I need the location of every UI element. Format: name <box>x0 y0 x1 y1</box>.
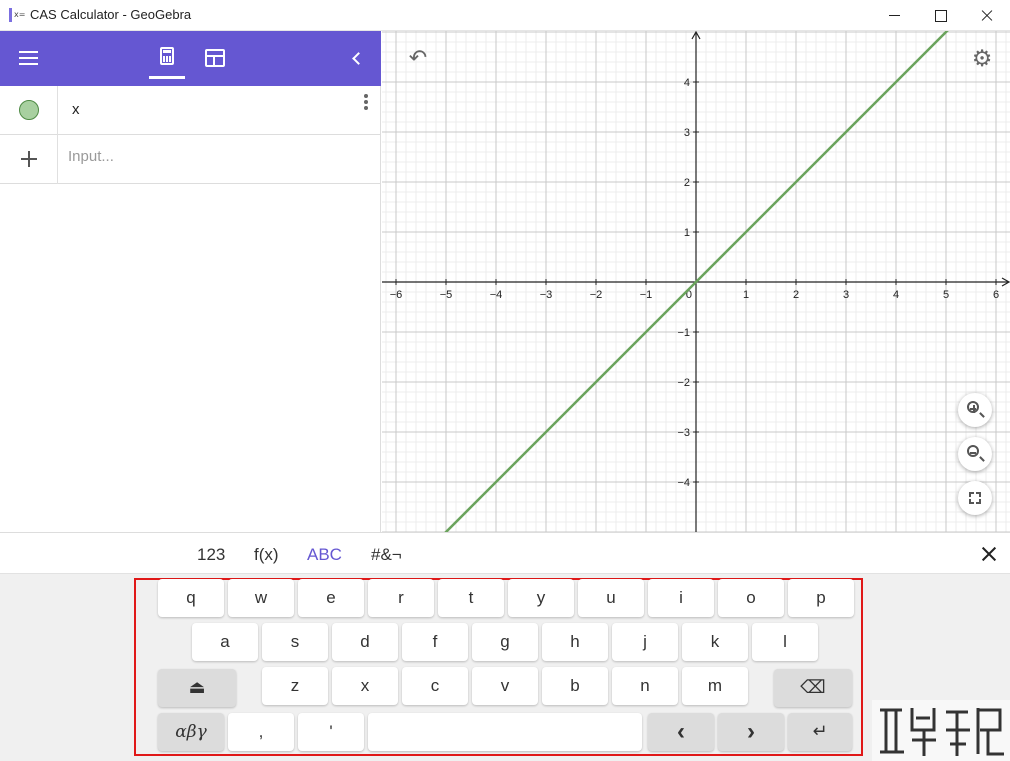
keyboard-tab-123[interactable]: 123 <box>197 545 225 565</box>
shift-icon: ⏏ <box>188 677 206 698</box>
graphics-view[interactable]: −6 −5 −4 −3 −2 −1 0 1 2 3 4 5 6 4 3 2 1 −1 −2 −3 −4 ↶ ⚙ <box>382 31 1010 532</box>
x-tick-label: −2 <box>590 289 603 301</box>
y-tick-label: −2 <box>677 377 690 389</box>
algebra-input-row[interactable]: Input... <box>0 135 381 184</box>
key-r[interactable]: r <box>368 579 434 617</box>
key-t[interactable]: t <box>438 579 504 617</box>
x-tick-label: −3 <box>540 289 553 301</box>
key-l[interactable]: l <box>752 623 818 661</box>
visibility-marble[interactable] <box>19 100 39 120</box>
key-k[interactable]: k <box>682 623 748 661</box>
virtual-keyboard: q w e r t y u i o p a s d f g h j k l ⏏ z x c v b n m ⌫ αβγ, ' ‹ › ↵ <box>0 574 1010 761</box>
menu-icon[interactable] <box>19 51 38 65</box>
key-h[interactable]: h <box>542 623 608 661</box>
close-window-button[interactable] <box>964 0 1010 31</box>
left-arrow-key[interactable]: ‹ <box>648 713 714 751</box>
apostrophe-key[interactable]: ' <box>298 713 364 751</box>
key-u[interactable]: u <box>578 579 644 617</box>
x-tick-label: −1 <box>640 289 653 301</box>
x-tick-label: 3 <box>843 289 849 301</box>
right-arrow-key[interactable]: › <box>718 713 784 751</box>
plus-icon[interactable] <box>21 151 37 167</box>
backspace-icon: ⌫ <box>800 677 826 698</box>
fullscreen-button[interactable] <box>958 481 992 515</box>
close-keyboard-icon[interactable] <box>980 545 998 563</box>
key-s[interactable]: s <box>262 623 328 661</box>
x-tick-label: 5 <box>943 289 949 301</box>
x-tick-label: 2 <box>793 289 799 301</box>
graph-canvas[interactable]: −6 −5 −4 −3 −2 −1 0 1 2 3 4 5 64321−1−2−3−4 <box>382 31 1010 532</box>
comma-key[interactable]: , <box>228 713 294 751</box>
algebra-expression[interactable]: x <box>72 101 80 118</box>
algebra-input[interactable]: Input... <box>68 148 114 165</box>
keyboard-tab-symbols[interactable]: #&¬ <box>371 545 402 565</box>
title-bar: x= CAS Calculator - GeoGebra <box>0 0 1010 31</box>
x-tick-label: 4 <box>893 289 899 301</box>
key-n[interactable]: n <box>612 667 678 705</box>
backspace-key[interactable]: ⌫ <box>774 669 852 707</box>
tab-algebra[interactable] <box>149 41 185 79</box>
y-tick-label: −4 <box>677 477 690 489</box>
y-tick-label: 4 <box>684 77 690 89</box>
y-tick-label: 1 <box>684 227 690 239</box>
keyboard-tab-abc[interactable]: ABC <box>307 545 342 565</box>
key-m[interactable]: m <box>682 667 748 705</box>
zoom-in-button[interactable] <box>958 393 992 427</box>
key-v[interactable]: v <box>472 667 538 705</box>
more-options-icon[interactable] <box>362 94 370 114</box>
window-title: CAS Calculator - GeoGebra <box>30 7 192 22</box>
key-w[interactable]: w <box>228 579 294 617</box>
space-key[interactable] <box>368 713 642 751</box>
y-tick-label: −1 <box>677 327 690 339</box>
key-f[interactable]: f <box>402 623 468 661</box>
chevron-left-icon[interactable] <box>350 51 364 65</box>
key-g[interactable]: g <box>472 623 538 661</box>
keyboard-tab-functions[interactable]: f(x) <box>254 545 279 565</box>
key-b[interactable]: b <box>542 667 608 705</box>
key-a[interactable]: a <box>192 623 258 661</box>
algebra-header <box>0 31 381 86</box>
calculator-icon <box>160 47 174 65</box>
shift-key[interactable]: ⏏ <box>158 669 236 707</box>
table-icon[interactable] <box>205 49 225 67</box>
watermark-logo <box>872 700 1010 761</box>
key-c[interactable]: c <box>402 667 468 705</box>
key-d[interactable]: d <box>332 623 398 661</box>
maximize-button[interactable] <box>918 0 964 31</box>
key-i[interactable]: i <box>648 579 714 617</box>
enter-icon: ↵ <box>812 721 828 742</box>
algebra-panel: x Input... <box>0 31 381 532</box>
y-tick-label: 2 <box>684 177 690 189</box>
key-e[interactable]: e <box>298 579 364 617</box>
y-tick-label: 3 <box>684 127 690 139</box>
algebra-item[interactable]: x <box>0 86 381 135</box>
x-tick-label: −4 <box>490 289 503 301</box>
zoom-out-button[interactable] <box>958 437 992 471</box>
y-tick-label: −3 <box>677 427 690 439</box>
x-tick-label: 6 <box>993 289 999 301</box>
minimize-button[interactable] <box>872 0 918 31</box>
enter-key[interactable]: ↵ <box>788 713 852 751</box>
gear-icon[interactable]: ⚙ <box>970 47 994 71</box>
key-z[interactable]: z <box>262 667 328 705</box>
zoom-out-icon <box>967 445 979 457</box>
greek-key[interactable]: αβγ <box>158 713 224 751</box>
key-q[interactable]: q <box>158 579 224 617</box>
keyboard-tab-bar: 123 f(x) ABC #&¬ <box>0 532 1010 574</box>
key-j[interactable]: j <box>612 623 678 661</box>
key-x[interactable]: x <box>332 667 398 705</box>
app-icon: x= <box>9 8 25 22</box>
key-o[interactable]: o <box>718 579 784 617</box>
key-p[interactable]: p <box>788 579 854 617</box>
x-tick-label: −6 <box>390 289 403 301</box>
undo-icon[interactable]: ↶ <box>404 47 432 71</box>
key-y[interactable]: y <box>508 579 574 617</box>
x-tick-label: −5 <box>440 289 453 301</box>
x-tick-label: 1 <box>743 289 749 301</box>
